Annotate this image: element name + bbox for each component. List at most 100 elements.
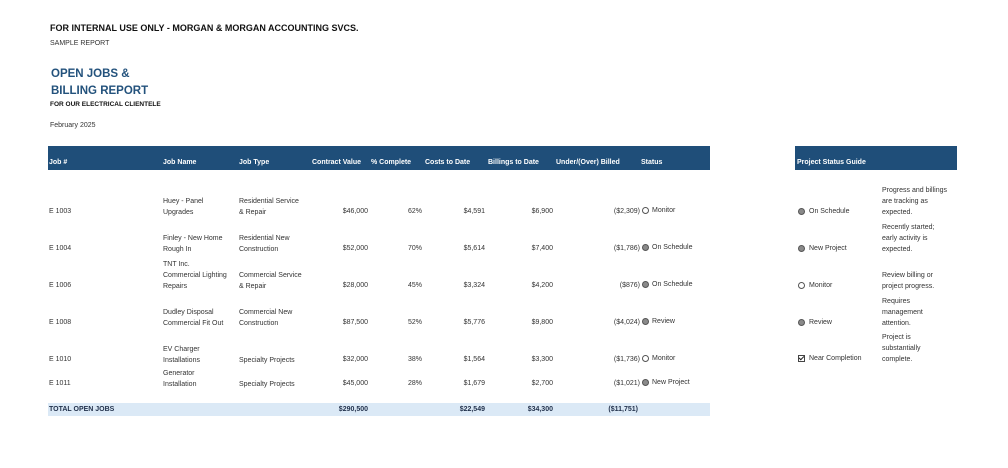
guide-desc-on-schedule: Progress and billings are tracking as ex… (882, 185, 962, 218)
contract-value: $28,000 (342, 282, 368, 289)
under-over-billed: ($1,736) (613, 356, 640, 363)
guide-desc-line: Project is (882, 334, 911, 341)
total-contract-value: $290,500 (338, 406, 368, 413)
job-name-line1: Generator (163, 370, 195, 377)
costs-to-date: $3,324 (463, 282, 485, 289)
circle-filled-icon (798, 245, 805, 252)
status-label: Monitor (652, 207, 676, 214)
guide-desc-line: management (882, 309, 923, 316)
circle-filled-icon (642, 379, 649, 386)
guide-desc-new-project: Recently started; early activity is expe… (882, 222, 962, 255)
guide-desc-line: expected. (882, 246, 913, 253)
col-header-contract-value: Contract Value (312, 159, 362, 166)
guide-desc-review: Requires management attention. (882, 296, 962, 329)
circle-filled-icon (642, 244, 649, 251)
job-type-line1: Commercial Service (239, 272, 302, 279)
percent-complete: 62% (407, 208, 422, 215)
status-cell: New Project (642, 379, 690, 386)
job-name-line2: Upgrades (163, 209, 194, 216)
report-subtitle: FOR OUR ELECTRICAL CLIENTELE (50, 101, 161, 108)
job-name-line2: Installation (163, 381, 197, 388)
status-label: Monitor (652, 355, 676, 362)
guide-label: Near Completion (809, 355, 862, 362)
col-header-percent-complete: % Complete (371, 159, 412, 166)
job-number: E 1011 (49, 380, 71, 387)
percent-complete: 52% (407, 319, 422, 326)
job-name-line1: Finley - New Home (163, 235, 223, 242)
col-header-costs-to-date: Costs to Date (425, 159, 471, 166)
job-number: E 1003 (49, 208, 72, 215)
under-over-billed: ($1,021) (613, 380, 640, 387)
circle-filled-icon (798, 208, 805, 215)
job-number: E 1010 (49, 356, 72, 363)
job-type-line2: Construction (239, 246, 279, 253)
table-row: E 1008 Dudley Disposal Commercial Fit Ou… (48, 307, 710, 331)
jobs-table-header: Job # Job Name Job Type Contract Value %… (48, 146, 710, 170)
totals-row: TOTAL OPEN JOBS $290,500 $22,549 $34,300… (48, 403, 710, 416)
table-row: E 1003 Huey - Panel Upgrades Residential… (48, 196, 710, 220)
job-type-line2: & Repair (239, 209, 267, 216)
costs-to-date: $5,614 (463, 245, 485, 252)
job-name-line2: Installations (163, 357, 200, 364)
job-type-line1: Residential New (239, 235, 290, 242)
guide-desc-line: complete. (882, 356, 913, 363)
status-cell: Monitor (642, 355, 675, 362)
billings-to-date: $3,300 (531, 356, 553, 363)
billings-to-date: $4,200 (531, 282, 553, 289)
status-label: New Project (652, 379, 690, 386)
guide-desc-line: project progress. (882, 283, 935, 290)
under-over-billed: ($876) (619, 282, 640, 289)
col-header-status: Status (641, 159, 663, 166)
billings-to-date: $9,800 (531, 319, 553, 326)
guide-desc-near-completion: Project is substantially complete. (882, 332, 962, 365)
guide-desc-line: attention. (882, 320, 911, 327)
contract-value: $32,000 (342, 356, 368, 363)
contract-value: $52,000 (342, 245, 368, 252)
status-cell: On Schedule (642, 281, 692, 288)
col-header-billings-to-date: Billings to Date (488, 159, 539, 166)
circle-outline-icon (642, 207, 649, 214)
billings-to-date: $6,900 (531, 208, 553, 215)
costs-to-date: $1,564 (463, 356, 485, 363)
guide-desc-line: substantially (882, 345, 921, 352)
job-type: Specialty Projects (239, 381, 295, 388)
guide-label: New Project (809, 245, 847, 252)
under-over-billed: ($2,309) (613, 208, 640, 215)
table-row: E 1006 TNT Inc. Commercial Lighting Repa… (48, 259, 710, 294)
guide-item-review: Review (798, 319, 832, 326)
contract-value: $45,000 (342, 380, 368, 387)
job-name-line2: Commercial Lighting (163, 272, 227, 279)
total-costs-to-date: $22,549 (459, 406, 485, 413)
guide-desc-line: expected. (882, 209, 913, 216)
job-name-line3: Repairs (163, 283, 188, 290)
status-guide-header: Project Status Guide (795, 146, 957, 170)
job-name-line1: Dudley Disposal (163, 309, 214, 316)
percent-complete: 45% (407, 282, 422, 289)
percent-complete: 70% (407, 245, 422, 252)
totals-label: TOTAL OPEN JOBS (49, 406, 115, 413)
costs-to-date: $1,679 (463, 380, 485, 387)
col-header-job-number: Job # (49, 159, 68, 166)
table-row: E 1004 Finley - New Home Rough In Reside… (48, 233, 710, 257)
percent-complete: 38% (407, 356, 422, 363)
billings-to-date: $7,400 (531, 245, 553, 252)
circle-filled-icon (642, 318, 649, 325)
guide-desc-monitor: Review billing or project progress. (882, 270, 962, 292)
guide-item-on-schedule: On Schedule (798, 208, 849, 215)
job-name-line2: Rough In (163, 246, 192, 253)
report-title-line2: BILLING REPORT (51, 85, 149, 97)
costs-to-date: $5,776 (463, 319, 485, 326)
status-cell: Review (642, 318, 675, 325)
col-header-job-name: Job Name (163, 159, 197, 166)
guide-label: Monitor (809, 282, 833, 289)
guide-item-near-completion: Near Completion (798, 355, 862, 362)
col-header-under-over-billed: Under/(Over) Billed (556, 159, 620, 166)
sample-report-label: SAMPLE REPORT (50, 40, 110, 47)
under-over-billed: ($1,786) (613, 245, 640, 252)
contract-value: $46,000 (342, 208, 368, 215)
checkbox-checked-icon (798, 355, 805, 362)
guide-label: On Schedule (809, 208, 850, 215)
status-label: On Schedule (652, 244, 693, 251)
internal-use-banner: FOR INTERNAL USE ONLY - MORGAN & MORGAN … (50, 23, 359, 33)
total-billings-to-date: $34,300 (527, 406, 553, 413)
